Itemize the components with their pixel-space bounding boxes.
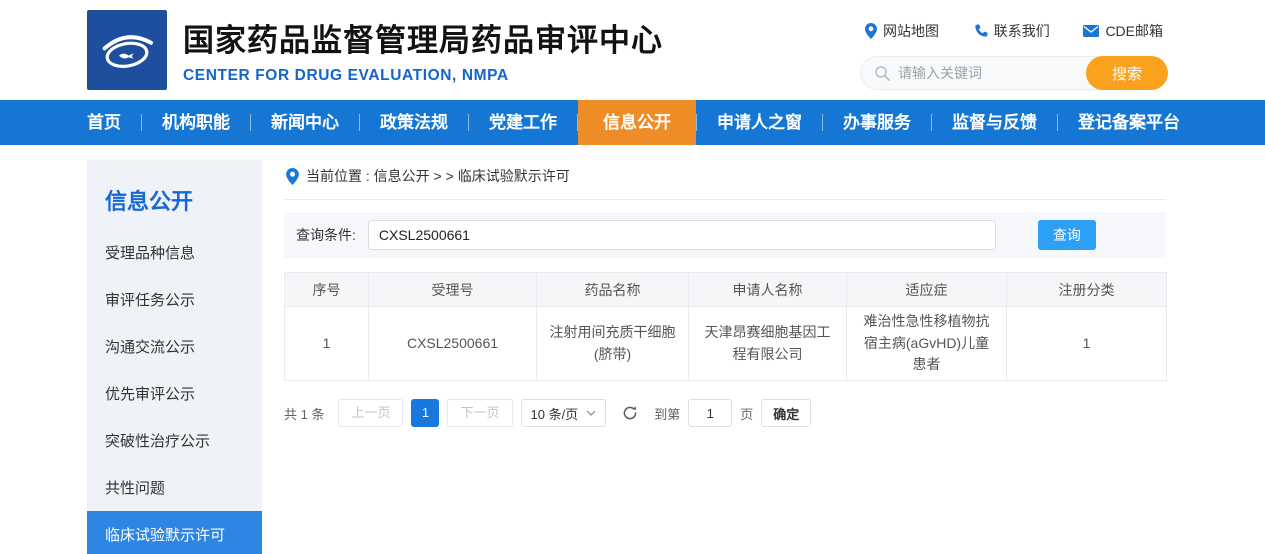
nav-item-registration-platform[interactable]: 登记备案平台	[1058, 100, 1200, 145]
query-bar: 查询条件: 查询	[284, 212, 1166, 258]
sitemap-link-label: 网站地图	[883, 21, 939, 41]
column-header-indication: 适应症	[847, 273, 1007, 307]
column-header-registration-class: 注册分类	[1007, 273, 1167, 307]
sidebar-item-breakthrough-therapy[interactable]: 突破性治疗公示	[87, 417, 262, 464]
query-input[interactable]	[368, 220, 996, 250]
page-size-select[interactable]: 10 条/页	[521, 399, 607, 427]
prev-page-button[interactable]: 上一页	[338, 399, 403, 427]
pagination-total: 共 1 条	[284, 404, 324, 423]
location-pin-icon	[286, 168, 299, 185]
main-panel: 当前位置 : 信息公开 > > 临床试验默示许可 查询条件: 查询 序号 受理号…	[284, 160, 1166, 554]
swan-logo-icon	[95, 18, 159, 82]
nav-item-applicant-window[interactable]: 申请人之窗	[697, 100, 822, 145]
cell-indication: 难治性急性移植物抗宿主病(aGvHD)儿童患者	[847, 307, 1007, 381]
header-search-bar: 搜索	[860, 56, 1168, 90]
site-title: 国家药品监督管理局药品审评中心	[183, 15, 663, 60]
nav-item-services[interactable]: 办事服务	[823, 100, 931, 145]
cell-registration-class: 1	[1007, 307, 1167, 381]
refresh-icon	[622, 405, 638, 421]
goto-page-label: 到第	[654, 404, 680, 423]
page-unit-label: 页	[740, 404, 753, 423]
contact-link[interactable]: 联系我们	[973, 21, 1050, 41]
table-header-row: 序号 受理号 药品名称 申请人名称 适应症 注册分类	[285, 273, 1167, 307]
content-area: 信息公开 受理品种信息 审评任务公示 沟通交流公示 优先审评公示 突破性治疗公示…	[0, 145, 1265, 554]
mail-icon	[1083, 25, 1099, 37]
sidebar-item-clinical-trial-implied-license[interactable]: 临床试验默示许可	[87, 511, 262, 554]
sidebar-title: 信息公开	[87, 160, 262, 229]
header-right: 网站地图 联系我们 CDE邮箱 搜索	[860, 21, 1168, 90]
site-header: 国家药品监督管理局药品审评中心 CENTER FOR DRUG EVALUATI…	[0, 0, 1265, 100]
top-links: 网站地图 联系我们 CDE邮箱	[860, 21, 1168, 41]
search-icon	[874, 65, 890, 81]
column-header-acceptance-no: 受理号	[369, 273, 537, 307]
confirm-button[interactable]: 确定	[761, 399, 811, 427]
sidebar-item-communication[interactable]: 沟通交流公示	[87, 323, 262, 370]
nav-item-news[interactable]: 新闻中心	[251, 100, 359, 145]
map-pin-icon	[865, 23, 877, 39]
refresh-button[interactable]	[622, 405, 638, 421]
current-page-button[interactable]: 1	[411, 399, 439, 427]
cell-applicant: 天津昂赛细胞基因工程有限公司	[689, 307, 847, 381]
query-button[interactable]: 查询	[1038, 220, 1096, 250]
sidebar-item-accepted-varieties[interactable]: 受理品种信息	[87, 229, 262, 276]
column-header-drug-name: 药品名称	[537, 273, 689, 307]
mailbox-link-label: CDE邮箱	[1105, 21, 1163, 41]
cde-logo[interactable]	[87, 10, 167, 90]
site-title-block: 国家药品监督管理局药品审评中心 CENTER FOR DRUG EVALUATI…	[183, 15, 663, 85]
cell-index: 1	[285, 307, 369, 381]
goto-page-input[interactable]	[688, 399, 732, 427]
contact-link-label: 联系我们	[994, 21, 1050, 41]
main-nav: 首页 机构职能 新闻中心 政策法规 党建工作 信息公开 申请人之窗 办事服务 监…	[0, 100, 1265, 145]
table-row: 1 CXSL2500661 注射用间充质干细胞(脐带) 天津昂赛细胞基因工程有限…	[285, 307, 1167, 381]
query-label: 查询条件:	[296, 225, 356, 245]
nav-item-supervision[interactable]: 监督与反馈	[932, 100, 1057, 145]
mailbox-link[interactable]: CDE邮箱	[1083, 21, 1163, 41]
nav-item-info-disclosure[interactable]: 信息公开	[578, 100, 696, 145]
next-page-button[interactable]: 下一页	[447, 399, 512, 427]
sidebar-item-review-tasks[interactable]: 审评任务公示	[87, 276, 262, 323]
column-header-applicant: 申请人名称	[689, 273, 847, 307]
phone-icon	[973, 24, 988, 39]
cell-acceptance-no: CXSL2500661	[369, 307, 537, 381]
nav-item-policies[interactable]: 政策法规	[360, 100, 468, 145]
breadcrumb: 当前位置 : 信息公开 > > 临床试验默示许可	[284, 160, 1166, 200]
chevron-down-icon	[586, 410, 596, 416]
sitemap-link[interactable]: 网站地图	[865, 21, 939, 41]
search-button[interactable]: 搜索	[1086, 56, 1168, 90]
pagination: 共 1 条 上一页 1 下一页 10 条/页 到第 页 确定	[284, 399, 1166, 427]
column-header-index: 序号	[285, 273, 369, 307]
sidebar: 信息公开 受理品种信息 审评任务公示 沟通交流公示 优先审评公示 突破性治疗公示…	[87, 160, 262, 554]
page-size-value: 10 条/页	[531, 404, 579, 423]
nav-item-home[interactable]: 首页	[87, 100, 141, 145]
cell-drug-name: 注射用间充质干细胞(脐带)	[537, 307, 689, 381]
site-subtitle: CENTER FOR DRUG EVALUATION, NMPA	[183, 67, 663, 85]
breadcrumb-text: 当前位置 : 信息公开 > > 临床试验默示许可	[306, 166, 570, 186]
sidebar-item-priority-review[interactable]: 优先审评公示	[87, 370, 262, 417]
results-table: 序号 受理号 药品名称 申请人名称 适应症 注册分类 1 CXSL2500661…	[284, 272, 1167, 381]
sidebar-item-common-issues[interactable]: 共性问题	[87, 464, 262, 511]
nav-item-party[interactable]: 党建工作	[469, 100, 577, 145]
page: 国家药品监督管理局药品审评中心 CENTER FOR DRUG EVALUATI…	[0, 0, 1265, 554]
nav-item-functions[interactable]: 机构职能	[142, 100, 250, 145]
